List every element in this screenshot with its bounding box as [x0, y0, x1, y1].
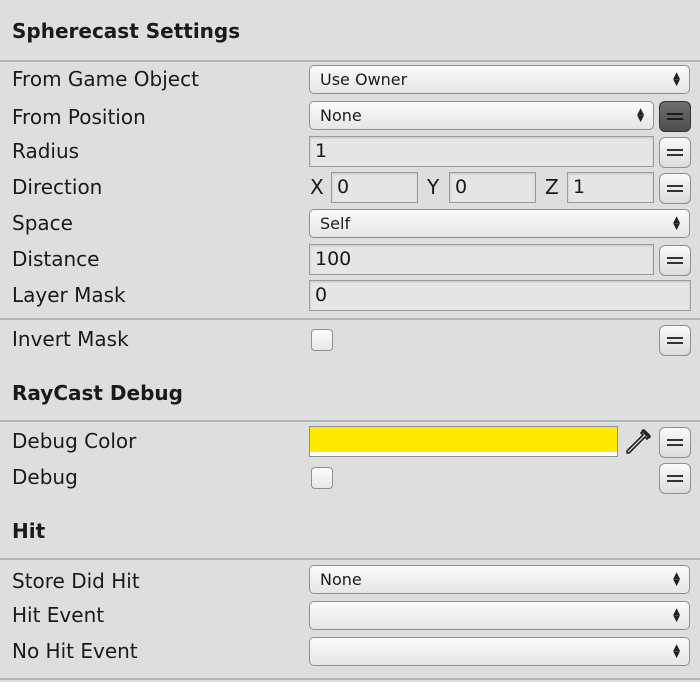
inspector-panel: Spherecast Settings From Game Object Use… — [0, 0, 700, 682]
radius-variable-toggle[interactable] — [659, 137, 691, 168]
label-store-did-hit: Store Did Hit — [12, 569, 140, 593]
hit-event-dropdown[interactable]: ▲ ▼ — [309, 601, 690, 630]
label-invert-mask: Invert Mask — [12, 327, 129, 351]
separator — [0, 318, 700, 320]
updown-arrow-icon: ▲ ▼ — [637, 107, 644, 124]
debug-variable-toggle[interactable] — [659, 463, 691, 494]
distance-input[interactable]: 100 — [309, 244, 654, 275]
dropdown-value: None — [320, 570, 362, 589]
label-hit-event: Hit Event — [12, 603, 105, 627]
direction-z-label: Z — [545, 175, 559, 199]
no-hit-event-dropdown[interactable]: ▲ ▼ — [309, 637, 690, 666]
from-position-dropdown[interactable]: None ▲ ▼ — [309, 101, 654, 130]
label-from-game-object: From Game Object — [12, 67, 199, 91]
debug-color-swatch[interactable] — [309, 426, 618, 457]
dropdown-value: Self — [320, 214, 351, 233]
updown-arrow-icon: ▲ ▼ — [673, 643, 680, 660]
label-no-hit-event: No Hit Event — [12, 639, 138, 663]
label-from-position: From Position — [12, 105, 146, 129]
section-title-raycast-debug: RayCast Debug — [12, 381, 183, 405]
updown-arrow-icon: ▲ ▼ — [673, 571, 680, 588]
label-space: Space — [12, 211, 73, 235]
label-distance: Distance — [12, 247, 100, 271]
section-title-hit: Hit — [12, 519, 46, 543]
direction-x-input[interactable]: 0 — [331, 172, 418, 203]
direction-y-label: Y — [427, 175, 440, 199]
direction-y-input[interactable]: 0 — [449, 172, 536, 203]
distance-variable-toggle[interactable] — [659, 245, 691, 276]
store-did-hit-dropdown[interactable]: None ▲ ▼ — [309, 565, 690, 594]
from-game-object-dropdown[interactable]: Use Owner ▲ ▼ — [309, 65, 690, 94]
label-direction: Direction — [12, 175, 103, 199]
eyedropper-icon[interactable] — [623, 427, 653, 457]
layer-mask-input[interactable]: 0 — [309, 280, 691, 311]
dropdown-value: Use Owner — [320, 70, 408, 89]
invert-mask-variable-toggle[interactable] — [659, 325, 691, 356]
updown-arrow-icon: ▲ ▼ — [673, 607, 680, 624]
label-debug-color: Debug Color — [12, 429, 137, 453]
separator — [0, 558, 700, 560]
separator — [0, 678, 700, 680]
updown-arrow-icon: ▲ ▼ — [673, 71, 680, 88]
label-layer-mask: Layer Mask — [12, 283, 126, 307]
debug-checkbox[interactable] — [311, 467, 333, 489]
direction-variable-toggle[interactable] — [659, 173, 691, 204]
dropdown-value: None — [320, 106, 362, 125]
updown-arrow-icon: ▲ ▼ — [673, 215, 680, 232]
space-dropdown[interactable]: Self ▲ ▼ — [309, 209, 690, 238]
from-position-variable-toggle[interactable] — [659, 101, 691, 132]
separator — [0, 60, 700, 62]
separator — [0, 420, 700, 422]
debug-color-variable-toggle[interactable] — [659, 427, 691, 458]
direction-x-label: X — [310, 175, 324, 199]
section-title-spherecast: Spherecast Settings — [12, 19, 241, 43]
invert-mask-checkbox[interactable] — [311, 329, 333, 351]
label-debug: Debug — [12, 465, 78, 489]
radius-input[interactable]: 1 — [309, 136, 654, 167]
label-radius: Radius — [12, 139, 80, 163]
direction-z-input[interactable]: 1 — [567, 172, 654, 203]
